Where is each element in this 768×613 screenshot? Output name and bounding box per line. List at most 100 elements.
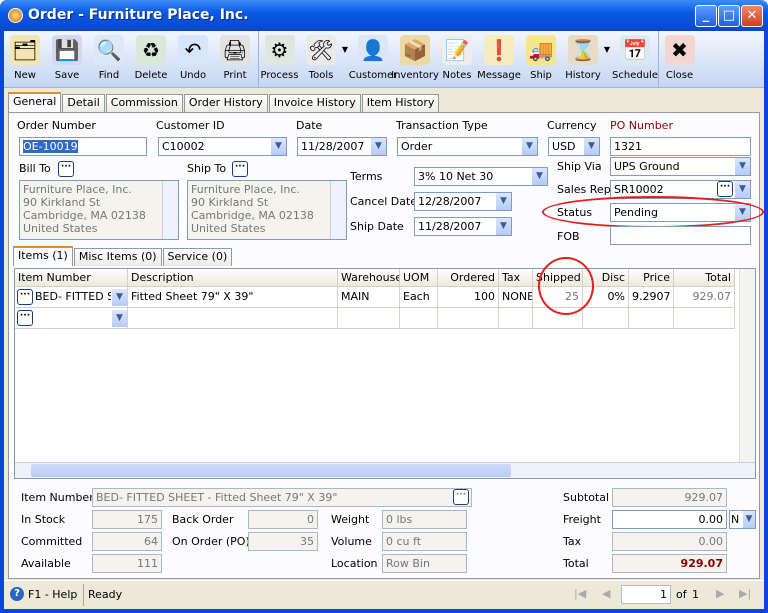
- tab-detail[interactable]: Detail: [62, 94, 105, 112]
- tab-invoice-history[interactable]: Invoice History: [268, 94, 361, 112]
- chevron-down-icon[interactable]: ▼: [270, 138, 286, 155]
- chevron-down-icon[interactable]: ▼: [521, 138, 537, 155]
- toolbar-process-button[interactable]: ⚙ Process: [258, 31, 300, 88]
- toolbar-close-button[interactable]: ✖ Close: [658, 31, 700, 88]
- item-lookup-button[interactable]: ···: [17, 289, 33, 305]
- chevron-down-icon[interactable]: ▼: [583, 138, 599, 155]
- toolbar-find-button[interactable]: 🔍 Find: [88, 31, 130, 88]
- chevron-down-icon[interactable]: ▼: [742, 511, 755, 528]
- toolbar-notes-button[interactable]: 📝 Notes: [436, 31, 478, 88]
- tab-commission[interactable]: Commission: [105, 94, 183, 112]
- scrollbar[interactable]: [162, 181, 178, 239]
- chevron-down-icon[interactable]: ▼: [495, 193, 511, 210]
- toolbar-new-button[interactable]: 🗂 New: [4, 31, 46, 88]
- column-header-total[interactable]: Total: [674, 269, 735, 287]
- toolbar-delete-button[interactable]: ♻ Delete: [130, 31, 172, 88]
- bill-to-address[interactable]: Furniture Place, Inc. 90 Kirkland St Cambr…: [19, 180, 179, 240]
- chevron-down-icon[interactable]: ▼: [111, 310, 127, 327]
- subtab-service[interactable]: Service (0): [162, 248, 233, 266]
- chevron-down-icon[interactable]: ▼: [531, 168, 547, 185]
- chevron-down-icon[interactable]: ▼: [734, 158, 750, 175]
- toolbar-save-button[interactable]: 💾 Save: [46, 31, 88, 88]
- grid-cell[interactable]: [338, 308, 400, 329]
- chevron-down-icon[interactable]: ▼: [734, 181, 750, 198]
- title-bar[interactable]: Order - Furniture Place, Inc. _ □ ✕: [0, 0, 768, 31]
- currency-select[interactable]: USD ▼: [548, 137, 600, 156]
- toolbar-message-button[interactable]: ❗ Message: [477, 31, 521, 88]
- grid-cell[interactable]: ··· ▼: [15, 308, 128, 329]
- column-header-ordered[interactable]: Ordered: [438, 269, 499, 287]
- vertical-scrollbar[interactable]: [739, 269, 755, 462]
- column-header-uom[interactable]: UOM: [400, 269, 438, 287]
- toolbar-inventory-button[interactable]: 📦 Inventory: [391, 31, 439, 88]
- dropdown-arrow-icon[interactable]: ▼: [604, 45, 610, 54]
- po-number-field[interactable]: 1321: [610, 137, 751, 156]
- grid-cell[interactable]: [674, 308, 735, 329]
- grid-cell[interactable]: [128, 308, 338, 329]
- close-window-button[interactable]: ✕: [741, 5, 763, 27]
- help-icon[interactable]: ?: [10, 587, 24, 601]
- previous-record-icon[interactable]: ◀: [602, 587, 610, 600]
- horizontal-scrollbar[interactable]: [15, 462, 755, 478]
- toolbar-undo-button[interactable]: ↶ Undo: [172, 31, 214, 88]
- freight-field[interactable]: 0.00: [612, 510, 727, 529]
- grid-cell[interactable]: MAIN: [338, 287, 400, 308]
- chevron-down-icon[interactable]: ▼: [495, 218, 511, 235]
- dropdown-arrow-icon[interactable]: ▼: [342, 45, 348, 54]
- toolbar-tools-button[interactable]: 🛠 Tools ▼: [300, 31, 348, 88]
- subtab-items[interactable]: Items (1): [13, 246, 73, 266]
- column-header-price[interactable]: Price: [629, 269, 674, 287]
- column-header-warehouse[interactable]: Warehouse: [338, 269, 400, 287]
- date-picker[interactable]: 11/28/2007 ▼: [297, 137, 387, 156]
- subtab-misc-items[interactable]: Misc Items (0): [73, 248, 162, 266]
- tab-item-history[interactable]: Item History: [361, 94, 440, 112]
- toolbar-history-button[interactable]: ⌛ History ▼: [562, 31, 610, 88]
- scrollbar[interactable]: [330, 181, 346, 239]
- ship-date-picker[interactable]: 11/28/2007 ▼: [414, 217, 512, 236]
- grid-cell[interactable]: Fitted Sheet 79" X 39": [128, 287, 338, 308]
- grid-cell[interactable]: 9.2907: [629, 287, 674, 308]
- transaction-type-select[interactable]: Order ▼: [397, 137, 538, 156]
- customer-id-select[interactable]: C10002 ▼: [158, 137, 287, 156]
- item-lookup-button[interactable]: ···: [453, 489, 469, 505]
- scroll-thumb[interactable]: [31, 464, 511, 477]
- tab-order-history[interactable]: Order History: [183, 94, 268, 112]
- chevron-down-icon[interactable]: ▼: [370, 138, 386, 155]
- grid-cell[interactable]: Each: [400, 287, 438, 308]
- first-record-icon[interactable]: |◀: [574, 587, 586, 600]
- grid-cell[interactable]: 929.07: [674, 287, 735, 308]
- order-number-field[interactable]: OE-10019: [19, 137, 147, 156]
- grid-cell[interactable]: [400, 308, 438, 329]
- sales-rep-lookup-button[interactable]: ···: [717, 181, 733, 197]
- last-record-icon[interactable]: ▶|: [739, 587, 751, 600]
- column-header-item-number[interactable]: Item Number: [15, 269, 128, 287]
- chevron-down-icon[interactable]: ▼: [111, 289, 127, 306]
- toolbar-ship-button[interactable]: 🚚 Ship: [520, 31, 562, 88]
- ship-to-lookup-button[interactable]: ···: [232, 161, 248, 177]
- maximize-button[interactable]: □: [718, 5, 740, 27]
- tab-general[interactable]: General: [8, 92, 62, 112]
- ship-to-address[interactable]: Furniture Place, Inc. 90 Kirkland St Cambr…: [187, 180, 347, 240]
- minimize-button[interactable]: _: [695, 5, 717, 27]
- toolbar-customer-button[interactable]: 👤 Customer: [349, 31, 397, 88]
- grid-cell[interactable]: [438, 308, 499, 329]
- help-label[interactable]: F1 - Help: [28, 588, 77, 601]
- item-lookup-button[interactable]: ···: [17, 310, 33, 326]
- grid-cell[interactable]: [499, 308, 533, 329]
- ship-via-select[interactable]: UPS Ground ▼: [610, 157, 751, 176]
- page-number-field[interactable]: 1: [621, 585, 671, 604]
- next-record-icon[interactable]: ▶: [716, 587, 724, 600]
- grid-cell[interactable]: 100: [438, 287, 499, 308]
- column-header-tax[interactable]: Tax: [499, 269, 533, 287]
- terms-select[interactable]: 3% 10 Net 30 ▼: [414, 167, 548, 186]
- toolbar-schedule-button[interactable]: 📅 Schedule: [612, 31, 658, 88]
- bill-to-lookup-button[interactable]: ···: [58, 161, 74, 177]
- grid-cell[interactable]: [583, 308, 629, 329]
- grid-cell[interactable]: [629, 308, 674, 329]
- grid-cell[interactable]: NONE: [499, 287, 533, 308]
- column-header-description[interactable]: Description: [128, 269, 338, 287]
- cancel-date-picker[interactable]: 12/28/2007 ▼: [414, 192, 512, 211]
- toolbar-print-button[interactable]: 🖨 Print: [214, 31, 256, 88]
- fob-field[interactable]: [610, 226, 751, 245]
- freight-tax-select[interactable]: N ▼: [729, 510, 756, 529]
